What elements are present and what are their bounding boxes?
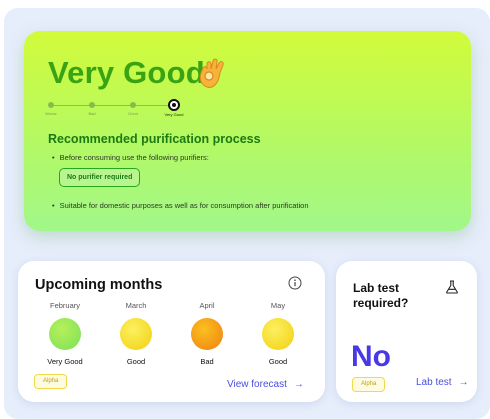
recommendation-title: Recommended purification process (48, 132, 261, 146)
step-bad: Bad (72, 99, 112, 116)
step-worse: Worse (31, 99, 71, 116)
step-very-good: Very Good (154, 99, 194, 117)
month-name: March (125, 301, 147, 310)
flask-icon (446, 280, 458, 294)
view-forecast-label: View forecast (227, 379, 287, 390)
quality-indicator-good (120, 318, 152, 350)
step-good: Good (113, 99, 153, 116)
month-rating: Very Good (47, 357, 83, 366)
step-dot (48, 102, 54, 108)
quality-indicator-very-good (49, 318, 81, 350)
step-label: Good (128, 111, 138, 116)
lab-test-link[interactable]: Lab test → (416, 377, 469, 388)
arrow-right-icon: → (458, 377, 469, 388)
info-icon[interactable] (288, 276, 302, 290)
recommendation-bullet: Before consuming use the following purif… (52, 153, 209, 162)
ok-hand-icon (199, 58, 224, 88)
month-name: April (199, 301, 215, 310)
quality-title: Very Good (48, 55, 205, 90)
upcoming-months-title: Upcoming months (35, 277, 163, 293)
view-forecast-link[interactable]: View forecast → (227, 379, 304, 390)
step-dot-active (168, 99, 180, 111)
alpha-badge: Alpha (352, 377, 386, 392)
month-name: February (49, 301, 80, 310)
quality-indicator-bad (191, 318, 223, 350)
purifier-pill: No purifier required (59, 168, 141, 187)
month-rating: Good (268, 357, 288, 366)
quality-stepper: Worse Bad Good Very Good (45, 99, 218, 123)
recommendation-bullet: Suitable for domestic purposes as well a… (52, 201, 309, 210)
quality-indicator-good (262, 318, 294, 350)
lab-test-answer: No (351, 340, 391, 373)
lab-test-card: Lab test required? No Alpha Lab test → (336, 261, 477, 402)
month-rating: Bad (200, 357, 214, 366)
step-label: Bad (88, 111, 96, 116)
step-label: Worse (45, 111, 57, 116)
arrow-right-icon: → (293, 379, 304, 390)
upcoming-months-card: Upcoming months February Very Good March… (18, 261, 325, 402)
month-april: April Bad (177, 301, 237, 366)
lab-test-link-label: Lab test (416, 377, 452, 388)
water-quality-card: Very Good Worse Bad Good Very Good Recom… (24, 31, 471, 231)
step-dot (89, 102, 95, 108)
month-march: March Good (106, 301, 166, 366)
month-rating: Good (126, 357, 146, 366)
step-label: Very Good (164, 112, 184, 117)
alpha-badge: Alpha (34, 374, 68, 389)
month-name: May (270, 301, 286, 310)
month-may: May Good (248, 301, 308, 366)
month-february: February Very Good (35, 301, 95, 366)
step-dot (130, 102, 136, 108)
lab-test-title: Lab test required? (353, 281, 409, 310)
